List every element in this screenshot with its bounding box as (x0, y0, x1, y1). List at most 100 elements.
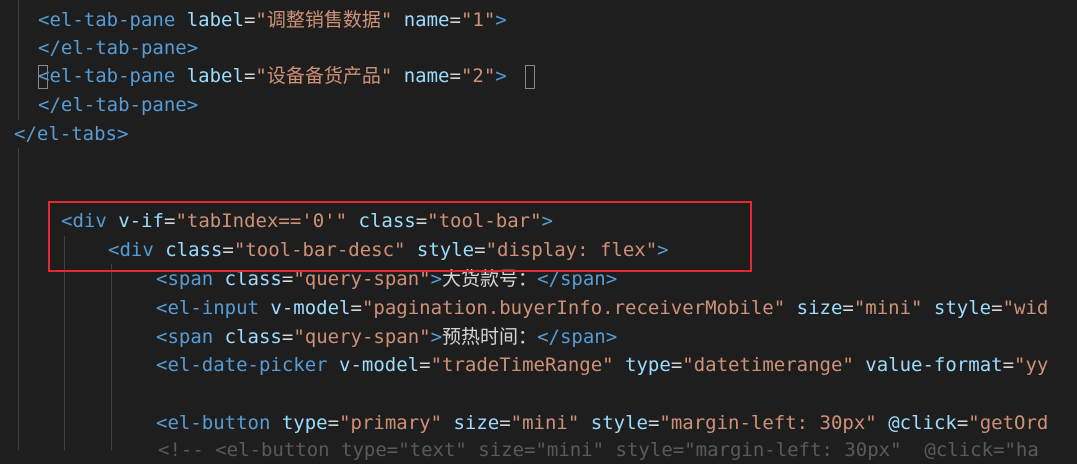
code-line: <el-input v-model="pagination.buyerInfo.… (156, 294, 1048, 322)
code-token: = (163, 210, 176, 232)
code-token: "wid (1002, 297, 1049, 319)
code-token: = (449, 9, 461, 31)
code-token: "1" (460, 9, 496, 31)
code-line: <div class="tool-bar-desc" style="displa… (108, 236, 669, 264)
code-line: </el-tab-pane> (38, 91, 198, 119)
code-token: > (430, 326, 443, 348)
code-token: > (605, 268, 618, 290)
code-token: class (153, 239, 223, 261)
code-token: < (156, 354, 168, 376)
code-token: </ (38, 37, 61, 59)
code-token: > (605, 326, 618, 348)
code-token: label (175, 9, 244, 31)
code-line: <span class="query-span">大货款号：</span> (156, 265, 617, 293)
code-token: = (991, 297, 1003, 319)
code-token: = (499, 412, 511, 434)
code-token: el-input (167, 297, 259, 319)
code-token: "2" (460, 65, 496, 87)
code-token: span (167, 268, 214, 290)
code-line: <div v-if="tabIndex=='0'" class="tool-ba… (61, 207, 553, 235)
code-token: el-button (167, 412, 271, 434)
code-token: size (785, 297, 843, 319)
code-token: </ (537, 268, 560, 290)
indent-guide (18, 148, 19, 450)
code-token: "primary" (339, 412, 443, 434)
code-token: > (495, 65, 507, 87)
code-line: </el-tabs> (14, 120, 128, 148)
code-token: el-date-picker (167, 354, 328, 376)
code-token: </ (14, 123, 37, 145)
code-token: > (116, 123, 129, 145)
code-token: < (38, 9, 50, 31)
code-token: style (922, 297, 992, 319)
code-token: > (186, 37, 199, 59)
code-token: </ (38, 94, 61, 116)
code-token: "query-span" (293, 326, 431, 348)
code-token: div (72, 210, 107, 232)
code-token: = (281, 268, 294, 290)
code-token: v-if (106, 210, 164, 232)
code-token: el-tabs (36, 123, 117, 145)
code-token: = (842, 297, 854, 319)
code-token: "设备备货产品" (255, 65, 393, 87)
code-token: = (243, 65, 256, 87)
code-token: " (335, 210, 348, 232)
code-token: > (657, 239, 669, 261)
code-token: class (213, 268, 282, 290)
code-token: el-tab-pane (49, 9, 176, 31)
code-token: > (430, 268, 443, 290)
code-token: = (449, 65, 461, 87)
code-token: > (541, 210, 553, 232)
code-token: el-tab-pane (60, 94, 187, 116)
code-token: class (213, 326, 282, 348)
code-editor[interactable]: <el-tab-pane label="调整销售数据" name="1"> </e… (0, 0, 1077, 461)
code-token: = (350, 297, 362, 319)
code-token: > (186, 94, 199, 116)
code-token: = (243, 9, 256, 31)
code-line: <span class="query-span">预热时间：</span> (156, 323, 617, 351)
code-token: @click (876, 412, 957, 434)
code-token: "margin-left: 30px" (659, 412, 877, 434)
code-token: el-tab-pane (49, 65, 176, 87)
code-token: = (647, 412, 660, 434)
code-token: 预热时间： (442, 326, 538, 348)
code-token: v-model (258, 297, 351, 319)
code-token: "datetimerange" (682, 354, 854, 376)
code-token: "mini" (510, 412, 580, 434)
code-token: = (281, 326, 294, 348)
code-token: = (415, 210, 428, 232)
code-token: type (613, 354, 671, 376)
code-token: span (559, 268, 606, 290)
code-token: "yy (1014, 354, 1049, 376)
code-token: </ (537, 326, 560, 348)
code-token: "tradeTimeRange" (430, 354, 614, 376)
code-token: class (347, 210, 416, 232)
code-token: "tabIndex== (175, 210, 302, 232)
partially-visible-code-line: <!-- <el-button type="text" size="mini" … (158, 439, 1039, 461)
code-token: < (156, 326, 168, 348)
code-token: 大货款号： (442, 268, 538, 290)
code-token: = (222, 239, 234, 261)
code-token: value-format (853, 354, 1003, 376)
code-token: < (156, 268, 168, 290)
code-token: "query-span" (293, 268, 431, 290)
code-token: el-tab-pane (60, 37, 187, 59)
code-token: name (392, 9, 450, 31)
code-token: > (495, 9, 507, 31)
code-token: < (156, 297, 168, 319)
code-token: "getOrd (968, 412, 1049, 434)
code-line: <el-tab-pane label="调整销售数据" name="1"> (38, 6, 507, 34)
code-line: <el-button type="primary" size="mini" st… (156, 409, 1048, 437)
bracket-match-close (525, 65, 535, 89)
code-token: = (327, 412, 340, 434)
code-token: < (156, 412, 168, 434)
code-token: "mini" (853, 297, 923, 319)
code-token: = (474, 239, 486, 261)
code-token: '0' (301, 210, 336, 232)
code-token: "tool-bar" (427, 210, 542, 232)
code-line: <el-tab-pane label="设备备货产品" name="2"> (38, 62, 507, 90)
code-token: = (956, 412, 969, 434)
code-token: "display: flex" (485, 239, 658, 261)
code-token: type (270, 412, 328, 434)
indent-guide (18, 0, 19, 120)
